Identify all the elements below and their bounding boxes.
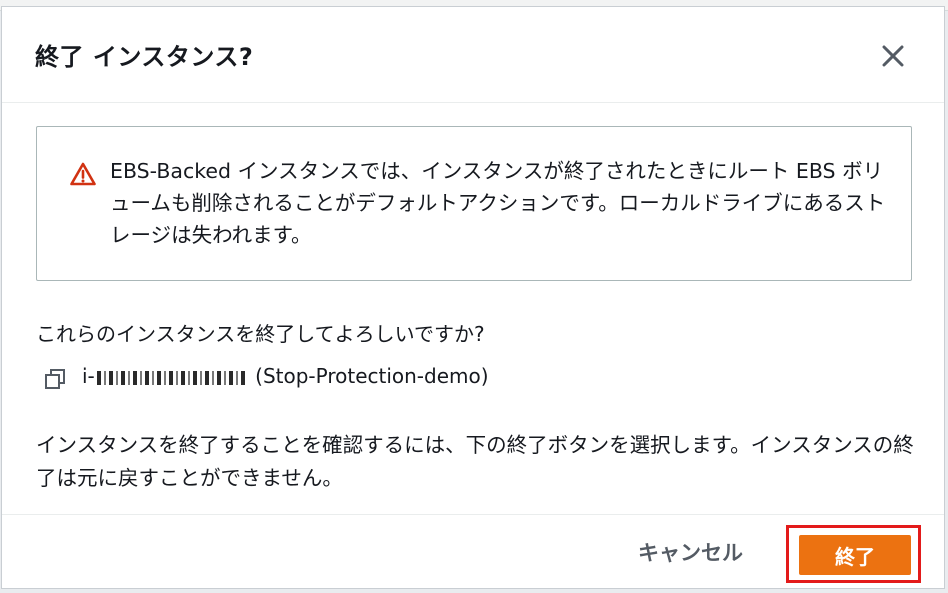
instance-name: (Stop-Protection-demo)	[255, 364, 489, 388]
close-button[interactable]	[880, 43, 906, 69]
modal-title: 終了 インスタンス?	[35, 43, 254, 71]
warning-alert: EBS-Backed インスタンスでは、インスタンスが終了されたときにルート E…	[36, 126, 912, 281]
modal-header: 終了 インスタンス?	[2, 7, 944, 103]
warning-triangle-icon	[70, 162, 96, 186]
terminate-button[interactable]: 終了	[799, 535, 911, 575]
cancel-button[interactable]: キャンセル	[638, 537, 743, 567]
instance-id: i- (Stop-Protection-demo)	[82, 364, 489, 388]
confirmation-instructions: インスタンスを終了することを確認するには、下の終了ボタンを選択します。インスタン…	[36, 433, 914, 490]
terminate-instance-modal: 終了 インスタンス? EBS-Backed インスタンスでは、インスタンスが終了…	[1, 6, 945, 589]
copy-icon[interactable]	[44, 368, 66, 390]
instance-id-prefix: i-	[82, 364, 95, 388]
warning-message: EBS-Backed インスタンスでは、インスタンスが終了されたときにルート E…	[110, 159, 886, 247]
close-icon	[882, 45, 904, 67]
modal-footer: キャンセル 終了	[2, 514, 944, 590]
redacted-instance-id	[96, 370, 247, 385]
confirmation-question: これらのインスタンスを終了してよろしいですか?	[36, 322, 485, 346]
